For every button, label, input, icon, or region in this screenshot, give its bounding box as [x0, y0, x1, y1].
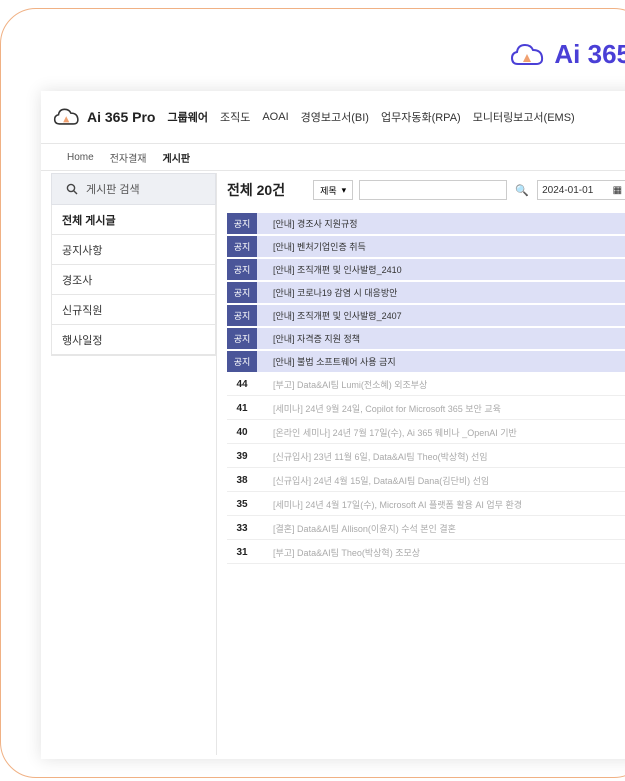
notice-row[interactable]: 공지 [안내] 벤처기업인증 취득	[227, 236, 625, 257]
notice-badge: 공지	[227, 305, 257, 326]
board-toolbar: 전체 20건 제목 ▾ 🔍 2024-01-01 ▦	[227, 173, 625, 207]
notice-row[interactable]: 공지 [안내] 코로나19 감염 시 대응방안	[227, 282, 625, 303]
app-logo-text: Ai 365 Pro	[87, 109, 156, 125]
table-row[interactable]: 44 [부고] Data&AI팀 Lumi(전소혜) 외조부상	[227, 374, 625, 396]
notice-badge: 공지	[227, 328, 257, 349]
sidebar-item-all[interactable]: 전체 게시글	[52, 205, 215, 235]
table-row[interactable]: 40 [온라인 세미나] 24년 7월 17일(수), Ai 365 웨비나 _O…	[227, 422, 625, 444]
post-title[interactable]: [세미나] 24년 9월 24일, Copilot for Microsoft …	[273, 402, 501, 415]
nav-groupware[interactable]: 그룹웨어	[167, 109, 207, 125]
post-title[interactable]: [부고] Data&AI팀 Lumi(전소혜) 외조부상	[273, 378, 427, 391]
top-navigation: Ai 365 Pro 그룹웨어 조직도 AOAI 경영보고서(BI) 업무자동화…	[41, 91, 625, 143]
post-title[interactable]: [결혼] Data&AI팀 Allison(이윤지) 수석 본인 결혼	[273, 522, 456, 535]
post-title[interactable]: [신규입사] 23년 11월 6일, Data&AI팀 Theo(박상혁) 선임	[273, 450, 488, 463]
notice-row[interactable]: 공지 [안내] 자격증 지원 정책	[227, 328, 625, 349]
total-count: 전체 20건	[227, 182, 286, 198]
notice-row[interactable]: 공지 [안내] 조직개편 및 인사발령_2410	[227, 259, 625, 280]
nav-ems[interactable]: 모니터링보고서(EMS)	[473, 109, 575, 125]
filter-select-value: 제목	[320, 185, 337, 196]
post-title[interactable]: [안내] 조직개편 및 인사발령_2407	[273, 309, 402, 322]
sidebar-item-new-staff[interactable]: 신규직원	[52, 295, 215, 325]
post-title[interactable]: [안내] 벤처기업인증 취득	[273, 240, 366, 253]
table-row[interactable]: 35 [세미나] 24년 4월 17일(수), Microsoft AI 플랫폼 …	[227, 494, 625, 516]
table-row[interactable]: 31 [부고] Data&AI팀 Theo(박상혁) 조모상	[227, 542, 625, 564]
breadcrumb: Home 전자결재 게시판	[41, 143, 625, 171]
sidebar-item-schedule[interactable]: 행사일정	[52, 325, 215, 355]
nav-rpa[interactable]: 업무자동화(RPA)	[381, 109, 461, 125]
notice-badge: 공지	[227, 259, 257, 280]
board-search[interactable]: 게시판 검색	[51, 173, 216, 205]
post-number: 35	[236, 499, 248, 510]
date-value: 2024-01-01	[542, 184, 594, 196]
notice-row[interactable]: 공지 [안내] 경조사 지원규정	[227, 213, 625, 234]
sidebar-list: 전체 게시글 공지사항 경조사 신규직원 행사일정	[51, 205, 216, 356]
keyword-input[interactable]	[359, 180, 508, 200]
table-row[interactable]: 41 [세미나] 24년 9월 24일, Copilot for Microsof…	[227, 398, 625, 420]
notice-badge: 공지	[227, 236, 257, 257]
board-main: 전체 20건 제목 ▾ 🔍 2024-01-01 ▦ 공지 [안내] 경조사 지원…	[227, 173, 625, 755]
post-title[interactable]: [온라인 세미나] 24년 7월 17일(수), Ai 365 웨비나 _Ope…	[273, 426, 517, 439]
notice-badge: 공지	[227, 282, 257, 303]
app-window: Ai 365 Pro 그룹웨어 조직도 AOAI 경영보고서(BI) 업무자동화…	[41, 91, 625, 759]
nav-org-chart[interactable]: 조직도	[220, 109, 250, 125]
brand-logo: Ai 365	[510, 39, 625, 70]
table-row[interactable]: 39 [신규입사] 23년 11월 6일, Data&AI팀 Theo(박상혁) …	[227, 446, 625, 468]
post-title[interactable]: [세미나] 24년 4월 17일(수), Microsoft AI 플랫폼 활용…	[273, 498, 522, 511]
frame-card: Ai 365 Ai 365 Pro 그룹웨어 조직도 AOAI 경영보고서(BI…	[0, 8, 625, 778]
notice-row[interactable]: 공지 [안내] 불법 소프트웨어 사용 금지	[227, 351, 625, 372]
post-title[interactable]: [안내] 코로나19 감염 시 대응방안	[273, 286, 397, 299]
post-number: 44	[236, 379, 248, 390]
sidebar-item-notice[interactable]: 공지사항	[52, 235, 215, 265]
nav-bi[interactable]: 경영보고서(BI)	[301, 109, 369, 125]
table-row[interactable]: 38 [신규입사] 24년 4월 15일, Data&AI팀 Dana(김단비) …	[227, 470, 625, 492]
post-title[interactable]: [안내] 조직개편 및 인사발령_2410	[273, 263, 402, 276]
notice-badge: 공지	[227, 213, 257, 234]
date-field[interactable]: 2024-01-01 ▦	[537, 180, 625, 200]
search-icon[interactable]: 🔍	[515, 184, 529, 197]
post-number: 31	[236, 547, 248, 558]
sidebar: 게시판 검색 전체 게시글 공지사항 경조사 신규직원 행사일정	[51, 173, 217, 755]
post-title[interactable]: [부고] Data&AI팀 Theo(박상혁) 조모상	[273, 546, 420, 559]
cloud-logo-icon	[53, 108, 79, 125]
post-number: 38	[236, 475, 248, 486]
subnav-approval[interactable]: 전자결재	[110, 150, 147, 165]
chevron-down-icon: ▾	[341, 184, 347, 195]
post-number: 33	[236, 523, 248, 534]
notice-badge: 공지	[227, 351, 257, 372]
search-icon	[66, 183, 78, 195]
post-title[interactable]: [안내] 경조사 지원규정	[273, 217, 358, 230]
post-number: 40	[236, 427, 248, 438]
subnav-board[interactable]: 게시판	[163, 150, 191, 165]
post-number: 39	[236, 451, 248, 462]
search-placeholder: 게시판 검색	[86, 184, 140, 196]
sidebar-item-events[interactable]: 경조사	[52, 265, 215, 295]
post-title[interactable]: [안내] 불법 소프트웨어 사용 금지	[273, 355, 396, 368]
cloud-logo-icon	[511, 43, 544, 65]
post-list: 공지 [안내] 경조사 지원규정 공지 [안내] 벤처기업인증 취득 공지 [안내] 조직…	[227, 213, 625, 566]
post-title[interactable]: [신규입사] 24년 4월 15일, Data&AI팀 Dana(김단비) 선임	[273, 474, 489, 487]
post-title[interactable]: [안내] 자격증 지원 정책	[273, 332, 360, 345]
nav-aoai[interactable]: AOAI	[262, 111, 288, 123]
filter-select[interactable]: 제목 ▾	[313, 180, 354, 200]
post-number: 41	[236, 403, 248, 414]
brand-text: Ai 365	[554, 39, 625, 69]
app-logo[interactable]: Ai 365 Pro	[53, 107, 155, 127]
calendar-icon[interactable]: ▦	[613, 185, 622, 196]
table-row[interactable]: 33 [결혼] Data&AI팀 Allison(이윤지) 수석 본인 결혼	[227, 518, 625, 540]
subnav-home[interactable]: Home	[67, 152, 94, 163]
notice-row[interactable]: 공지 [안내] 조직개편 및 인사발령_2407	[227, 305, 625, 326]
